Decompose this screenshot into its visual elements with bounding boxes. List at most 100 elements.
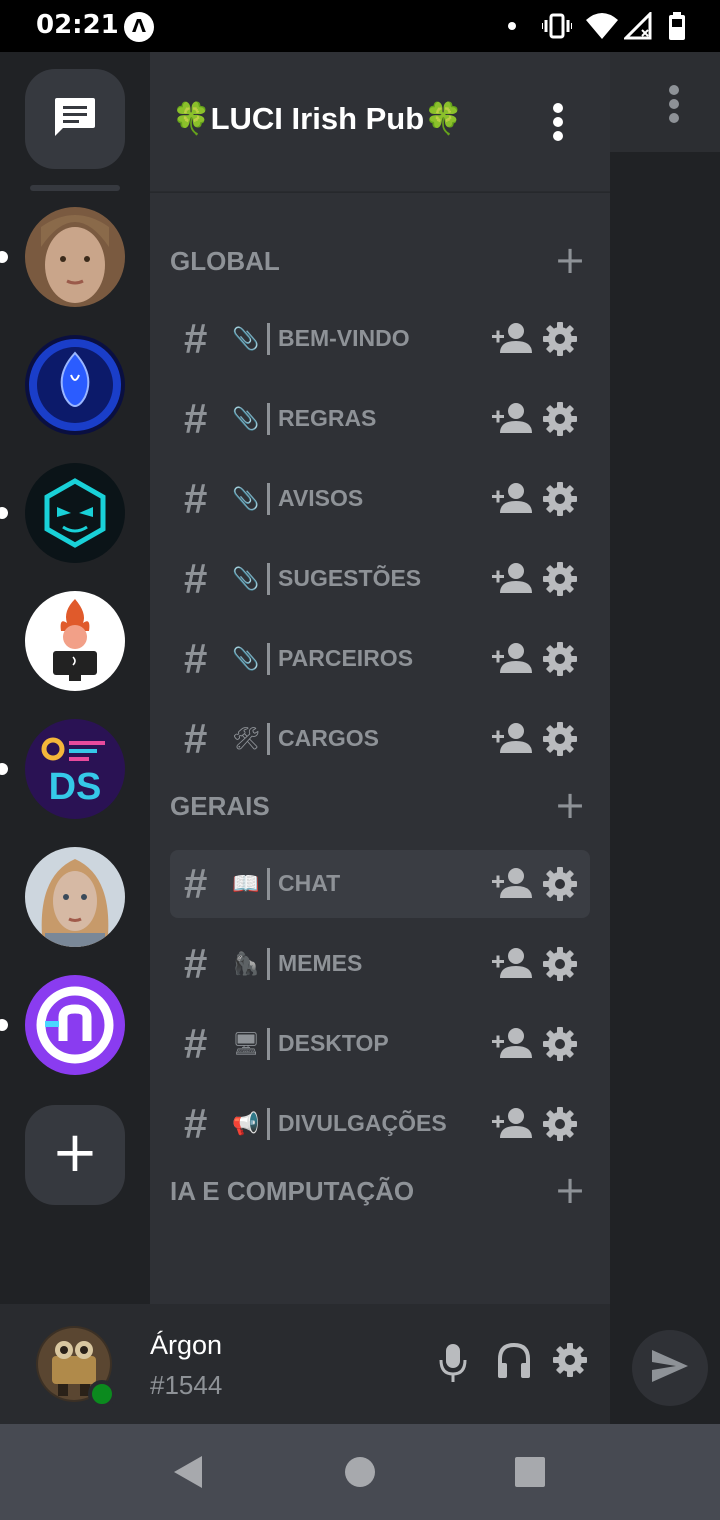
channel-item[interactable]: # 🖥 DESKTOP [170, 1010, 590, 1078]
chat-more-icon[interactable] [668, 84, 680, 128]
channel-settings-icon[interactable] [542, 641, 578, 681]
channel-settings-icon[interactable] [542, 561, 578, 601]
channel-settings-icon[interactable] [542, 866, 578, 906]
channel-name: MEMES [278, 950, 363, 976]
channel-item[interactable]: # 🦍 MEMES [170, 930, 590, 998]
user-settings-icon[interactable] [552, 1342, 588, 1382]
channel-item[interactable]: # 📎 AVISOS [170, 465, 590, 533]
channel-item[interactable]: # 📎 PARCEIROS [170, 625, 590, 693]
online-status-indicator [88, 1380, 116, 1408]
invite-icon[interactable] [492, 721, 532, 759]
headphones-icon[interactable] [497, 1342, 531, 1384]
channel-emoji: 📎 [232, 646, 260, 672]
hash-icon: # [184, 940, 208, 987]
recents-icon[interactable] [514, 1454, 546, 1494]
battery-icon [668, 12, 686, 44]
server-menu-icon[interactable] [552, 102, 564, 146]
hash-icon: # [184, 475, 208, 522]
hash-icon: # [184, 555, 208, 602]
channel-settings-icon[interactable] [542, 946, 578, 986]
channel-emoji: 🖥 [232, 1031, 260, 1057]
system-nav-bar [0, 1424, 720, 1520]
server-avatar-fire-coder[interactable] [25, 591, 125, 691]
invite-icon[interactable] [492, 561, 532, 599]
server-avatar-blue-phoenix[interactable] [25, 335, 125, 435]
wifi-icon [586, 12, 618, 44]
channel-emoji: 📎 [232, 486, 260, 512]
home-icon[interactable] [344, 1454, 376, 1494]
add-channel-icon[interactable]: + [554, 785, 586, 825]
channel-settings-icon[interactable] [542, 481, 578, 521]
invite-icon[interactable] [492, 946, 532, 984]
invite-icon[interactable] [492, 866, 532, 904]
category-label: IA E COMPUTAÇÃO [170, 1176, 415, 1206]
server-avatar-purple-n[interactable] [25, 975, 125, 1075]
channel-name: AVISOS [278, 485, 364, 511]
channel-panel: 🍀LUCI Irish Pub🍀 GLOBAL + # 📎 BEM-VINDO # 📎 REG… [150, 52, 610, 1304]
channel-item[interactable]: # 📎 BEM-VINDO [170, 305, 590, 373]
channel-settings-icon[interactable] [542, 401, 578, 441]
channel-emoji: 🛠 [232, 726, 260, 752]
channel-divider [267, 948, 270, 980]
category-header[interactable]: GERAIS + [170, 785, 590, 827]
channel-divider [267, 403, 270, 435]
invite-icon[interactable] [492, 1026, 532, 1064]
channel-divider [267, 868, 270, 900]
app-root: 02:21 Λ DS + 🍀LUCI Irish Pub🍀 GLOBAL + #… [0, 0, 720, 1520]
server-avatar-warrior-woman[interactable] [25, 847, 125, 947]
server-header[interactable]: 🍀LUCI Irish Pub🍀 [150, 52, 610, 192]
channel-item[interactable]: # 📢 DIVULGAÇÕES [170, 1090, 590, 1158]
server-avatar-ds[interactable]: DS [25, 719, 125, 819]
channel-emoji: 🦍 [232, 951, 260, 977]
channel-settings-icon[interactable] [542, 1106, 578, 1146]
send-button[interactable] [632, 1330, 708, 1406]
invite-icon[interactable] [492, 641, 532, 679]
no-signal-icon [622, 10, 652, 44]
rail-separator [30, 185, 120, 191]
chat-area-background [610, 52, 720, 1424]
add-channel-icon[interactable]: + [554, 1170, 586, 1210]
invite-icon[interactable] [492, 401, 532, 439]
microphone-icon[interactable] [438, 1342, 468, 1388]
channel-settings-icon[interactable] [542, 1026, 578, 1066]
channel-emoji: 📎 [232, 406, 260, 432]
hash-icon: # [184, 1100, 208, 1147]
channel-name: PARCEIROS [278, 645, 414, 671]
hash-icon: # [184, 635, 208, 682]
category-header[interactable]: IA E COMPUTAÇÃO + [170, 1170, 590, 1212]
add-server-button[interactable]: + [25, 1105, 125, 1205]
direct-messages-button[interactable] [25, 69, 125, 169]
invite-icon[interactable] [492, 1106, 532, 1144]
app-logo-icon: Λ [124, 12, 154, 42]
channel-settings-icon[interactable] [542, 721, 578, 761]
server-avatar-girl[interactable] [25, 207, 125, 307]
vibrate-icon [541, 12, 573, 44]
unread-indicator [0, 507, 8, 519]
server-rail: DS + [0, 52, 150, 1304]
invite-icon[interactable] [492, 481, 532, 519]
hash-icon: # [184, 395, 208, 442]
channel-item[interactable]: # 📖 CHAT [170, 850, 590, 918]
channel-emoji: 📎 [232, 326, 260, 352]
category-label: GERAIS [170, 791, 270, 821]
channel-item[interactable]: # 📎 SUGESTÕES [170, 545, 590, 613]
back-icon[interactable] [172, 1454, 204, 1494]
channel-divider [267, 643, 270, 675]
channel-item[interactable]: # 🛠 CARGOS [170, 705, 590, 773]
send-icon [650, 1348, 690, 1388]
invite-icon[interactable] [492, 321, 532, 359]
category-header[interactable]: GLOBAL + [170, 240, 590, 282]
svg-text:DS: DS [49, 766, 102, 808]
channel-emoji: 📖 [232, 871, 260, 897]
channel-settings-icon[interactable] [542, 321, 578, 361]
server-title: 🍀LUCI Irish Pub🍀 [172, 101, 463, 136]
hash-icon: # [184, 315, 208, 362]
unread-indicator [0, 1019, 8, 1031]
server-avatar-cyan-mask[interactable] [25, 463, 125, 563]
add-channel-icon[interactable]: + [554, 240, 586, 280]
user-tag: #1544 [150, 1370, 223, 1400]
channel-name: REGRAS [278, 405, 377, 431]
status-time: 02:21 [36, 10, 119, 40]
username: Árgon [150, 1330, 223, 1360]
channel-item[interactable]: # 📎 REGRAS [170, 385, 590, 453]
